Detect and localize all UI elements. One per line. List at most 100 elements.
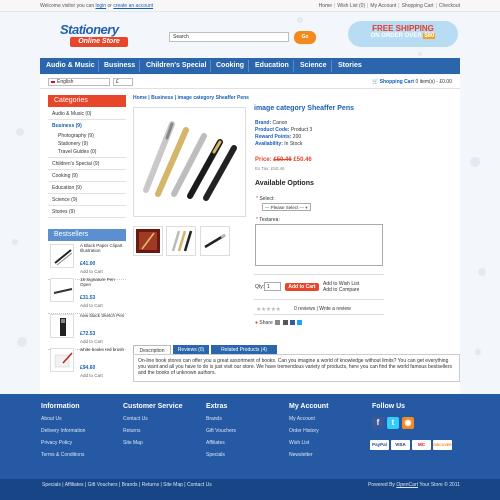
print-icon[interactable] <box>282 320 288 326</box>
bestseller-add-to-cart[interactable]: Add to Cart <box>80 303 103 308</box>
category-audio-music[interactable]: Audio & Music (0) <box>48 108 126 120</box>
product-thumbnail[interactable] <box>200 226 230 256</box>
twitter-icon[interactable]: t <box>387 417 399 429</box>
category-business[interactable]: Business (9) <box>48 120 126 132</box>
add-to-cart-button[interactable]: Add to Cart <box>285 283 319 291</box>
category-cooking[interactable]: Cooking (9) <box>48 170 126 182</box>
subcategory-stationery[interactable]: Stationery (9) <box>48 140 126 148</box>
bestseller-add-to-cart[interactable]: Add to Cart <box>80 373 103 378</box>
top-link-checkout[interactable]: Checkout <box>439 3 460 9</box>
cart-summary[interactable]: 🛒 Shopping Cart 0 item(s) - £0.00 <box>372 79 452 85</box>
nav-cooking[interactable]: Cooking <box>216 58 244 74</box>
product-thumbnail[interactable] <box>166 226 196 256</box>
footer-link[interactable]: Specials <box>206 451 236 463</box>
search-button[interactable]: Go <box>294 31 316 44</box>
bestseller-name[interactable]: A Black Paper Clipart Illustration <box>80 243 126 253</box>
share-link[interactable]: Share <box>259 320 272 326</box>
footer-link[interactable]: Order History <box>289 427 328 439</box>
top-link-home[interactable]: Home <box>319 3 332 9</box>
ship-line1: FREE SHIPPING <box>372 24 434 33</box>
top-link-account[interactable]: My Account <box>370 3 396 9</box>
nav-education[interactable]: Education <box>255 58 289 74</box>
cart-icon: 🛒 <box>372 79 379 85</box>
footer-link[interactable]: About Us <box>41 415 85 427</box>
category-education[interactable]: Education (9) <box>48 182 126 194</box>
footer-heading: Extras <box>206 403 228 410</box>
facebook-icon[interactable]: f <box>372 417 384 429</box>
search-input[interactable] <box>169 32 289 42</box>
visa-icon: VISA <box>391 440 410 450</box>
opencart-link[interactable]: OpenCart <box>396 482 418 488</box>
footer-link[interactable]: Delivery Information <box>41 427 85 439</box>
powered-by: Powered By OpenCart Your Store © 2011 <box>367 482 460 488</box>
subcategory-photography[interactable]: Photography (9) <box>48 132 126 140</box>
product-thumbnail[interactable] <box>133 226 163 256</box>
footer-link[interactable]: Newsletter <box>289 451 328 463</box>
footer-column-follow-us: Follow Us <box>372 403 405 415</box>
bestseller-item: 18 Signature Pen Open £31.53 Add to Cart <box>48 276 126 314</box>
bestseller-add-to-cart[interactable]: Add to Cart <box>80 269 103 274</box>
nav-business[interactable]: Business <box>104 58 135 74</box>
bestseller-price: £41.00 <box>80 261 96 267</box>
nav-childrens-special[interactable]: Children's Special <box>146 58 206 74</box>
bestseller-price: £31.53 <box>80 295 96 301</box>
footer-link[interactable]: Wish List <box>289 439 328 451</box>
bestseller-thumbnail[interactable] <box>50 314 74 338</box>
login-link[interactable]: login <box>96 3 107 9</box>
discover-icon: DISCOVER <box>433 440 452 450</box>
welcome-or: or <box>107 3 112 9</box>
top-link-wishlist[interactable]: Wish List (0) <box>337 3 365 9</box>
option-textarea[interactable] <box>255 224 383 266</box>
footer-link[interactable]: Contact Us <box>123 415 183 427</box>
product-main-image[interactable] <box>133 107 246 217</box>
nav-science[interactable]: Science <box>300 58 326 74</box>
category-stories[interactable]: Stories (9) <box>48 206 126 218</box>
write-review-link[interactable]: Write a review <box>319 306 351 312</box>
bestseller-item: A Black Paper Clipart Illustration £41.0… <box>48 242 126 280</box>
currency-select[interactable]: £ <box>113 78 133 86</box>
breadcrumb: Home | Business | image category Sheaffe… <box>133 95 249 101</box>
quantity-input[interactable]: 1 <box>264 282 281 291</box>
bottom-links[interactable]: Specials | Affiliates | Gift Vouchers | … <box>42 482 212 488</box>
footer-link[interactable]: Terms & Conditions <box>41 451 85 463</box>
rating-stars: ★★★★★ <box>256 307 281 313</box>
category-science[interactable]: Science (9) <box>48 194 126 206</box>
footer-link[interactable]: My Account <box>289 415 328 427</box>
product-brand[interactable]: Canon <box>273 120 288 126</box>
bestseller-thumbnail[interactable] <box>50 278 74 302</box>
footer-link[interactable]: Gift Vouchers <box>206 427 236 439</box>
footer-link[interactable]: Returns <box>123 427 183 439</box>
paypal-icon: PayPal <box>370 440 389 450</box>
nav-stories[interactable]: Stories <box>338 58 362 74</box>
bestseller-thumbnail[interactable] <box>50 348 74 372</box>
footer-link[interactable]: Affiliates <box>206 439 236 451</box>
store-logo[interactable]: Stationery Online Store <box>60 22 132 50</box>
category-childrens-special[interactable]: Children's Special (9) <box>48 158 126 170</box>
categories-heading: Categories <box>48 95 126 107</box>
bestseller-name[interactable]: 18 Signature Pen Open <box>80 277 126 287</box>
bestseller-name[interactable]: white books red brush <box>80 347 126 352</box>
breadcrumb-current[interactable]: image category Sheaffer Pens <box>178 95 249 101</box>
footer-link[interactable]: Privacy Policy <box>41 439 85 451</box>
nav-audio-music[interactable]: Audio & Music <box>46 58 95 74</box>
footer-link[interactable]: Site Map <box>123 439 183 451</box>
add-to-compare-link[interactable]: Add to Compare <box>323 287 359 293</box>
subcategory-travel-guides[interactable]: Travel Guides (0) <box>48 148 126 158</box>
breadcrumb-home[interactable]: Home <box>133 95 147 101</box>
bestseller-name[interactable]: new black Sketch Pen <box>80 313 126 318</box>
language-select[interactable]: English <box>48 78 110 86</box>
facebook-share-icon[interactable] <box>289 320 295 326</box>
ship-line2: ON ORDER OVER $80 <box>370 33 436 39</box>
bestseller-add-to-cart[interactable]: Add to Cart <box>80 339 103 344</box>
option-select[interactable]: --- Please Select --- ▾ <box>262 203 311 211</box>
bestseller-thumbnail[interactable] <box>50 244 74 268</box>
twitter-share-icon[interactable] <box>297 320 303 326</box>
rss-icon[interactable]: ◉ <box>402 417 414 429</box>
footer-link[interactable]: Brands <box>206 415 236 427</box>
mastercard-icon: MC <box>412 440 431 450</box>
email-icon[interactable] <box>275 320 281 326</box>
breadcrumb-business[interactable]: Business <box>151 95 173 101</box>
create-account-link[interactable]: create an account <box>113 3 153 9</box>
top-link-cart[interactable]: Shopping Cart <box>402 3 434 9</box>
reviews-count-link[interactable]: 0 reviews <box>294 306 315 312</box>
